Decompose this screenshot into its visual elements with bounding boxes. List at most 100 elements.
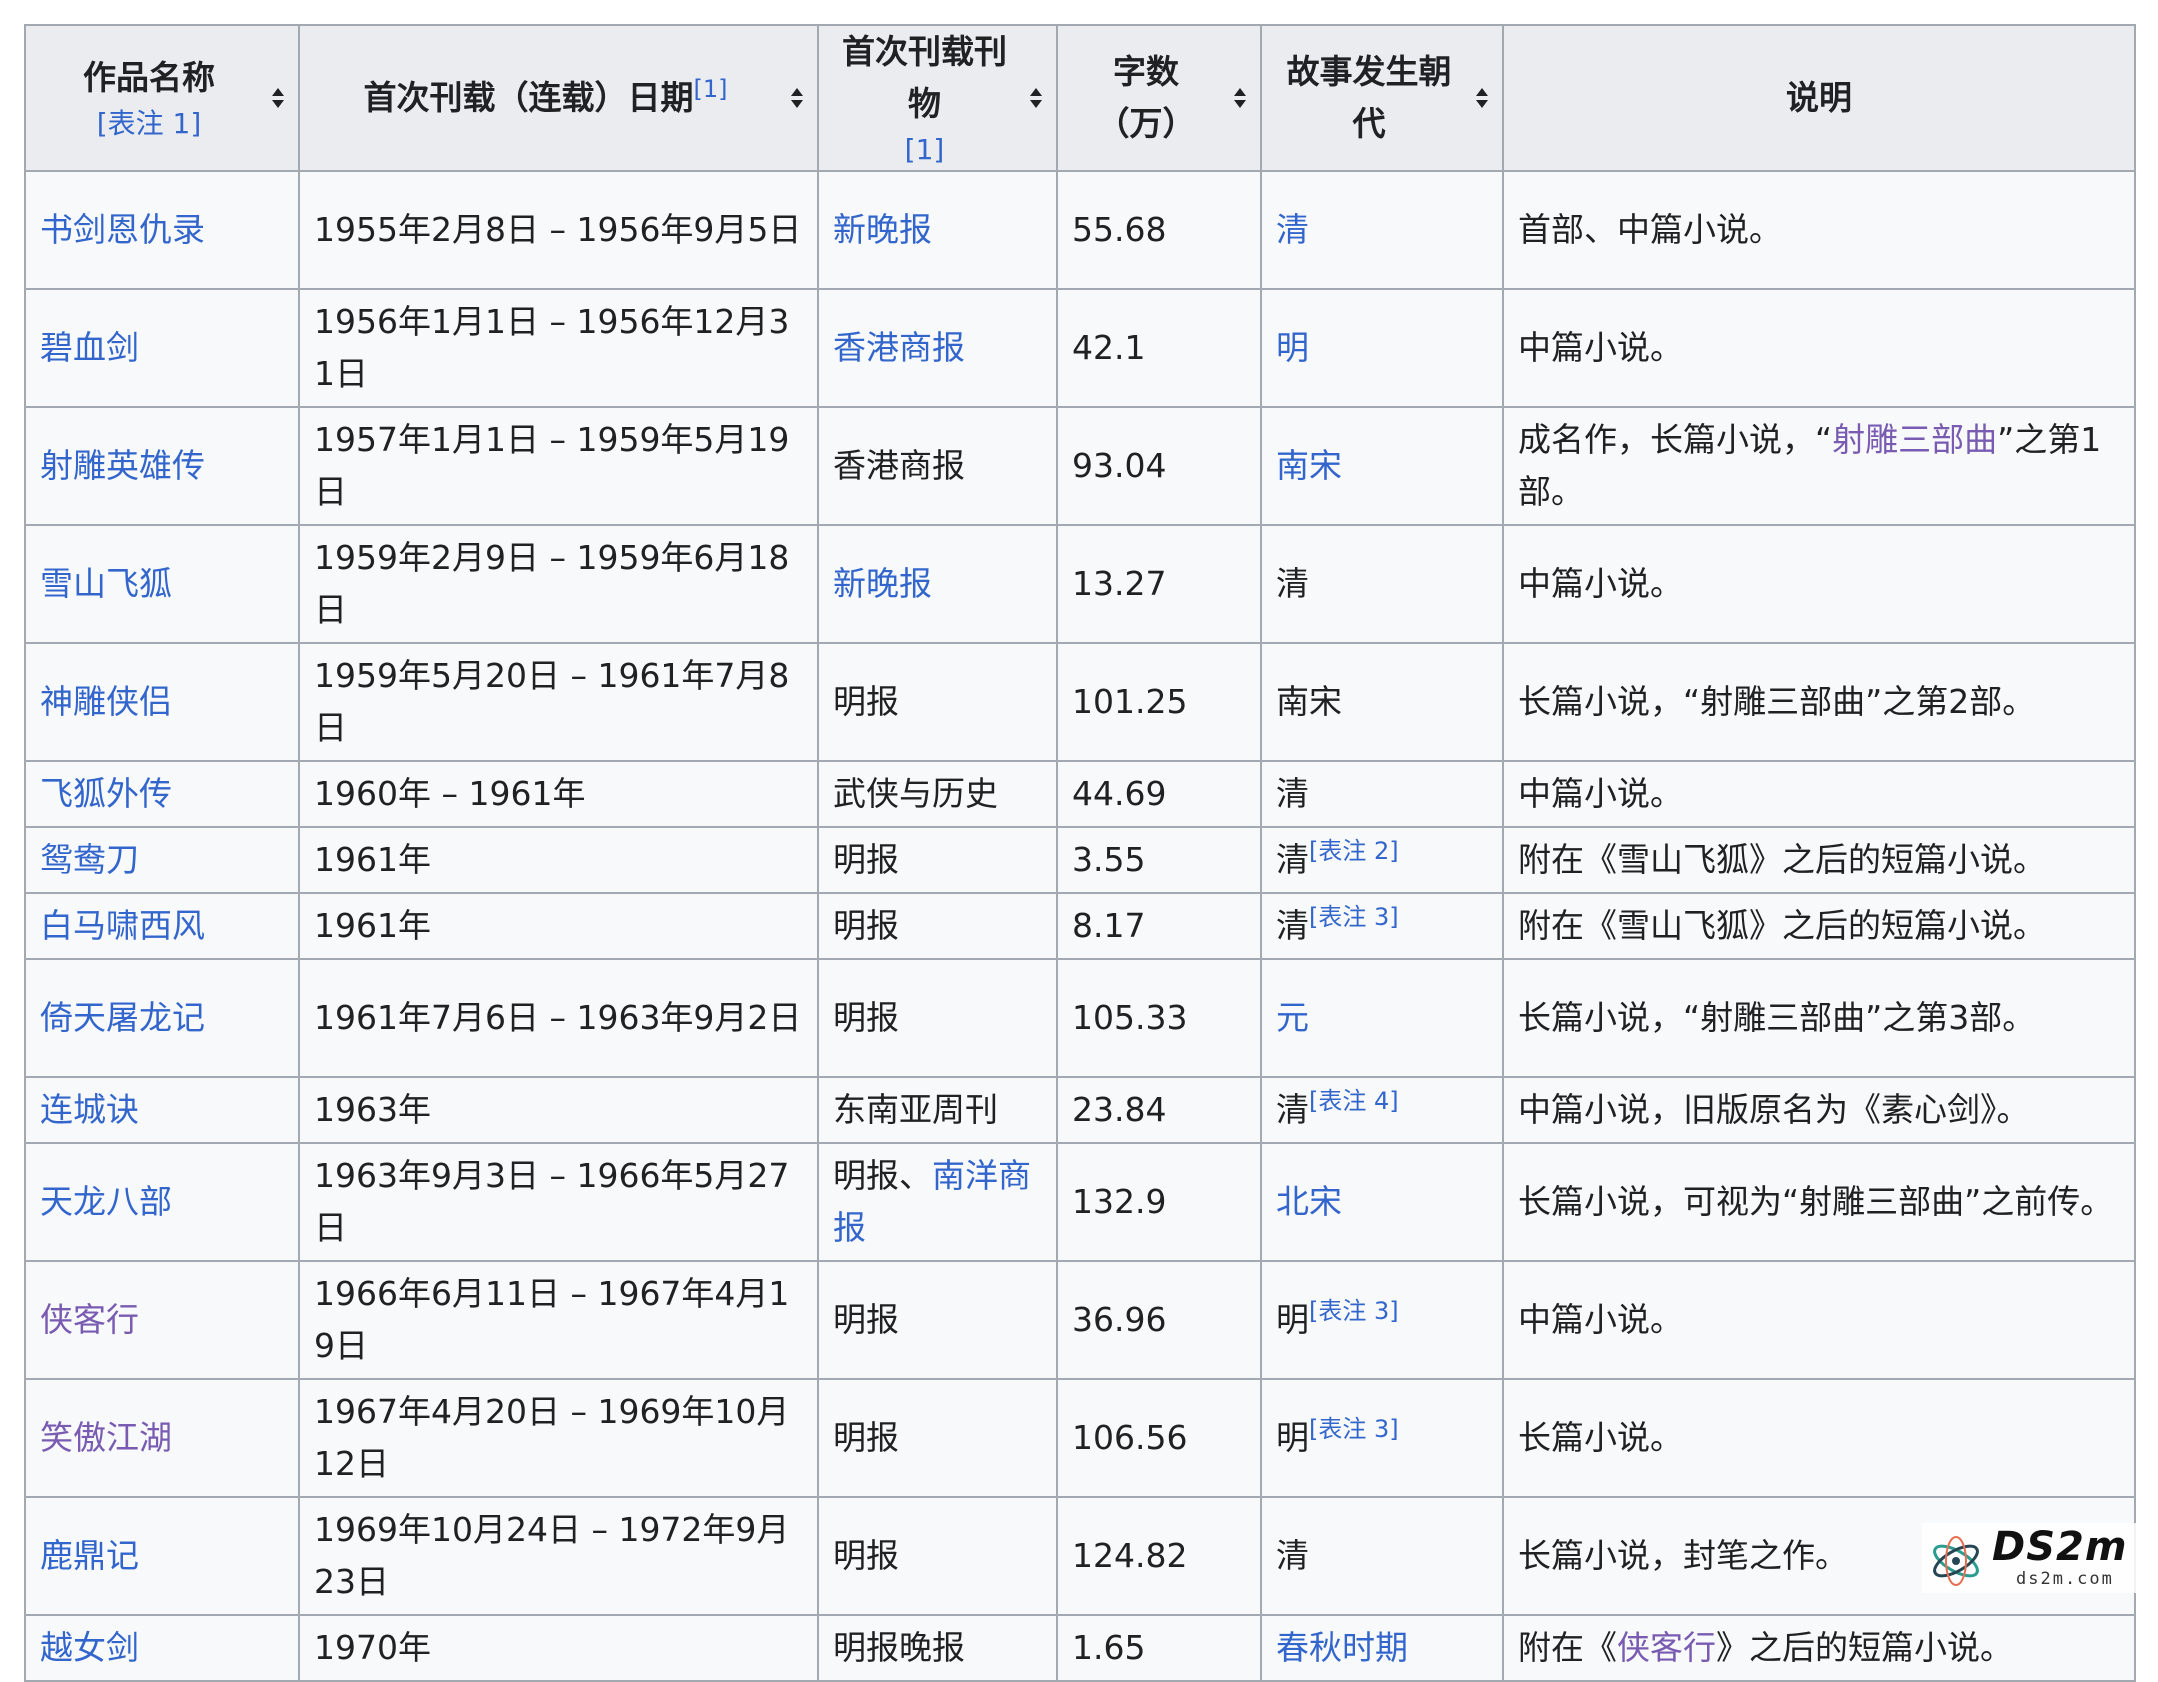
work-title-link[interactable]: 飞狐外传	[40, 774, 172, 813]
cell-date: 1967年4月20日 – 1969年10月12日	[298, 1378, 819, 1498]
cell-description: 长篇小说，“射雕三部曲”之第2部。	[1502, 642, 2136, 762]
table-row: 倚天屠龙记 1961年7月6日 – 1963年9月2日 明报 105.33 元 长篇小说，…	[24, 958, 2136, 1078]
description-text: 长篇小说，“射雕三部曲”之第2部。	[1518, 682, 2036, 721]
cell-date: 1959年2月9日 – 1959年6月18日	[298, 524, 819, 644]
sort-icon[interactable]	[789, 86, 805, 110]
description-link[interactable]: 侠客行	[1617, 1628, 1716, 1667]
dynasty-text: 明	[1276, 1300, 1309, 1339]
description-text: 长篇小说。	[1518, 1418, 1683, 1457]
work-title-link[interactable]: 神雕侠侣	[40, 682, 172, 721]
description-text: 中篇小说。	[1518, 564, 1683, 603]
publication-link[interactable]: 新晚报	[833, 564, 932, 603]
cell-date: 1959年5月20日 – 1961年7月8日	[298, 642, 819, 762]
cell-description: 中篇小说，旧版原名为《素心剑》。	[1502, 1076, 2136, 1144]
table-note-ref[interactable]: [表注 4]	[1309, 1087, 1399, 1115]
description-text: 附在《雪山飞狐》之后的短篇小说。	[1518, 840, 2046, 879]
sort-icon[interactable]	[270, 86, 286, 110]
work-title-link[interactable]: 碧血剑	[40, 328, 139, 367]
cell-title: 射雕英雄传	[24, 406, 300, 526]
dynasty-link[interactable]: 南宋	[1276, 446, 1342, 485]
work-title-link[interactable]: 笑傲江湖	[40, 1418, 172, 1457]
cell-words: 93.04	[1056, 406, 1262, 526]
table-note-ref[interactable]: [表注 3]	[1309, 1297, 1399, 1325]
table-row: 鸳鸯刀 1961年 明报 3.55 清[表注 2] 附在《雪山飞狐》之后的短篇小说。	[24, 826, 2136, 894]
table-row: 射雕英雄传 1957年1月1日 – 1959年5月19日 香港商报 93.04 南宋 成名…	[24, 406, 2136, 526]
cell-description: 长篇小说。	[1502, 1378, 2136, 1498]
description-text: 长篇小说，“射雕三部曲”之第3部。	[1518, 998, 2036, 1037]
header-dynasty-label: 故事发生朝代	[1286, 52, 1452, 143]
dynasty-text: 清	[1276, 1090, 1309, 1129]
table-row: 天龙八部 1963年9月3日 – 1966年5月27日 明报、南洋商报 132.9 北宋…	[24, 1142, 2136, 1262]
dynasty-link[interactable]: 春秋时期	[1276, 1628, 1408, 1667]
cell-publication: 新晚报	[817, 170, 1058, 290]
dynasty-link[interactable]: 明	[1276, 328, 1309, 367]
header-dynasty[interactable]: 故事发生朝代	[1260, 24, 1504, 172]
watermark: DS2m ds2m.com	[1922, 1523, 2152, 1593]
cell-title: 连城诀	[24, 1076, 300, 1144]
dynasty-text: 南宋	[1276, 682, 1342, 721]
description-link[interactable]: 射雕三部曲	[1832, 420, 1997, 459]
cell-title: 鹿鼎记	[24, 1496, 300, 1616]
cell-title: 碧血剑	[24, 288, 300, 408]
sort-icon[interactable]	[1028, 86, 1044, 110]
description-text: 中篇小说。	[1518, 328, 1683, 367]
work-title-link[interactable]: 射雕英雄传	[40, 446, 205, 485]
description-text: 成名作，长篇小说，“	[1518, 420, 1833, 459]
header-date-ref[interactable]: [1]	[694, 75, 728, 103]
cell-words: 8.17	[1056, 892, 1262, 960]
header-title-label: 作品名称	[83, 58, 215, 97]
table-row: 鹿鼎记 1969年10月24日 – 1972年9月23日 明报 124.82 清 长篇小说…	[24, 1496, 2136, 1616]
header-title-note[interactable]: [表注 1]	[40, 104, 258, 144]
sort-icon[interactable]	[1232, 86, 1248, 110]
cell-dynasty: 元	[1260, 958, 1504, 1078]
publication-link[interactable]: 新晚报	[833, 210, 932, 249]
work-title-link[interactable]: 侠客行	[40, 1300, 139, 1339]
description-text: 》之后的短篇小说。	[1716, 1628, 2013, 1667]
header-date[interactable]: 首次刊载（连载）日期[1]	[298, 24, 819, 172]
table-row: 神雕侠侣 1959年5月20日 – 1961年7月8日 明报 101.25 南宋 长篇小说…	[24, 642, 2136, 762]
cell-title: 雪山飞狐	[24, 524, 300, 644]
cell-date: 1961年	[298, 892, 819, 960]
header-publication[interactable]: 首次刊载刊物 [1]	[817, 24, 1058, 172]
dynasty-link[interactable]: 清	[1276, 210, 1309, 249]
cell-description: 中篇小说。	[1502, 1260, 2136, 1380]
work-title-link[interactable]: 鹿鼎记	[40, 1536, 139, 1575]
table-note-ref[interactable]: [表注 3]	[1309, 903, 1399, 931]
table-row: 连城诀 1963年 东南亚周刊 23.84 清[表注 4] 中篇小说，旧版原名为《素心剑》…	[24, 1076, 2136, 1144]
work-title-link[interactable]: 连城诀	[40, 1090, 139, 1129]
header-title[interactable]: 作品名称 [表注 1]	[24, 24, 300, 172]
cell-words: 44.69	[1056, 760, 1262, 828]
cell-date: 1960年 – 1961年	[298, 760, 819, 828]
cell-words: 1.65	[1056, 1614, 1262, 1682]
cell-dynasty: 春秋时期	[1260, 1614, 1504, 1682]
cell-publication: 明报	[817, 1260, 1058, 1380]
work-title-link[interactable]: 书剑恩仇录	[40, 210, 205, 249]
cell-title: 神雕侠侣	[24, 642, 300, 762]
cell-publication: 明报	[817, 1378, 1058, 1498]
table-note-ref[interactable]: [表注 3]	[1309, 1415, 1399, 1443]
description-text: 附在《	[1518, 1628, 1617, 1667]
work-title-link[interactable]: 雪山飞狐	[40, 564, 172, 603]
sort-icon[interactable]	[1474, 86, 1490, 110]
dynasty-text: 清	[1276, 840, 1309, 879]
watermark-text: DS2m	[1992, 1524, 2128, 1570]
table-row: 书剑恩仇录 1955年2月8日 – 1956年9月5日 新晚报 55.68 清 首部、中篇…	[24, 170, 2136, 290]
cell-publication: 武侠与历史	[817, 760, 1058, 828]
watermark-subtext: ds2m.com	[2016, 1569, 2114, 1589]
cell-words: 132.9	[1056, 1142, 1262, 1262]
cell-dynasty: 清	[1260, 1496, 1504, 1616]
work-title-link[interactable]: 越女剑	[40, 1628, 139, 1667]
dynasty-link[interactable]: 北宋	[1276, 1182, 1342, 1221]
header-publication-note[interactable]: [1]	[833, 130, 1016, 170]
cell-date: 1955年2月8日 – 1956年9月5日	[298, 170, 819, 290]
table-row: 越女剑 1970年 明报晚报 1.65 春秋时期 附在《侠客行》之后的短篇小说。	[24, 1614, 2136, 1682]
work-title-link[interactable]: 倚天屠龙记	[40, 998, 205, 1037]
header-words[interactable]: 字数（万）	[1056, 24, 1262, 172]
work-title-link[interactable]: 鸳鸯刀	[40, 840, 139, 879]
work-title-link[interactable]: 白马啸西风	[40, 906, 205, 945]
table-note-ref[interactable]: [表注 2]	[1309, 837, 1399, 865]
publication-link[interactable]: 香港商报	[833, 328, 965, 367]
dynasty-link[interactable]: 元	[1276, 998, 1309, 1037]
work-title-link[interactable]: 天龙八部	[40, 1182, 172, 1221]
cell-title: 鸳鸯刀	[24, 826, 300, 894]
